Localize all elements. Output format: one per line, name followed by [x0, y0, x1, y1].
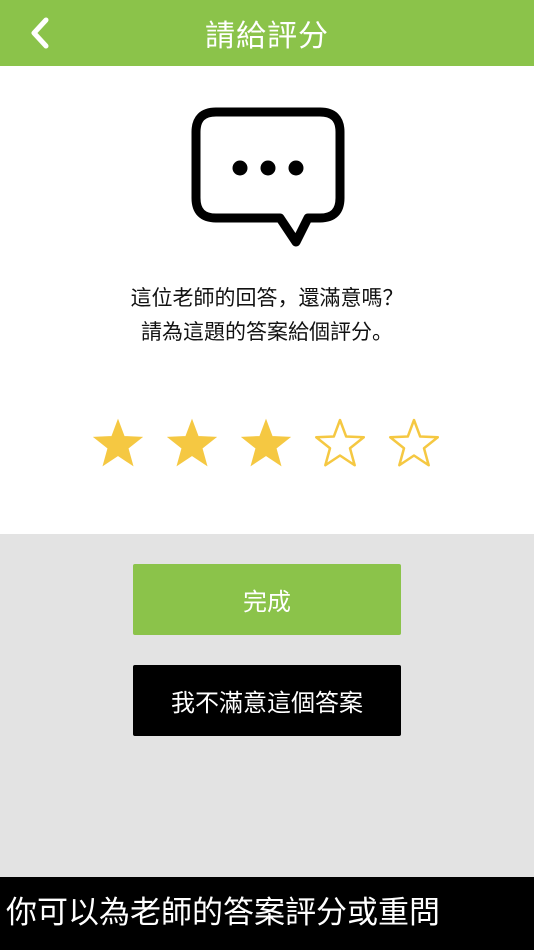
chevron-left-icon: [31, 17, 49, 49]
rating-question: 這位老師的回答，還滿意嗎？ 請為這題的答案給個評分。: [0, 281, 534, 349]
rating-card: 這位老師的回答，還滿意嗎？ 請為這題的答案給個評分。: [0, 66, 534, 534]
star-rating: [90, 416, 450, 472]
done-button[interactable]: 完成: [133, 564, 401, 635]
question-line-1: 這位老師的回答，還滿意嗎？: [130, 286, 404, 310]
back-button[interactable]: [22, 13, 58, 53]
nav-bar: 請給評分: [0, 0, 534, 66]
star-filled-icon[interactable]: [90, 416, 146, 472]
page-title: 請給評分: [205, 19, 329, 54]
star-filled-icon[interactable]: [164, 416, 220, 472]
question-line-2: 請為這題的答案給個評分。: [141, 320, 393, 344]
unsatisfied-button[interactable]: 我不滿意這個答案: [133, 665, 401, 736]
star-empty-icon[interactable]: [386, 416, 442, 472]
chat-bubble-ellipsis-icon: [191, 107, 345, 247]
caption-banner: 你可以為老師的答案評分或重問: [0, 877, 534, 950]
star-filled-icon[interactable]: [238, 416, 294, 472]
star-empty-icon[interactable]: [312, 416, 368, 472]
